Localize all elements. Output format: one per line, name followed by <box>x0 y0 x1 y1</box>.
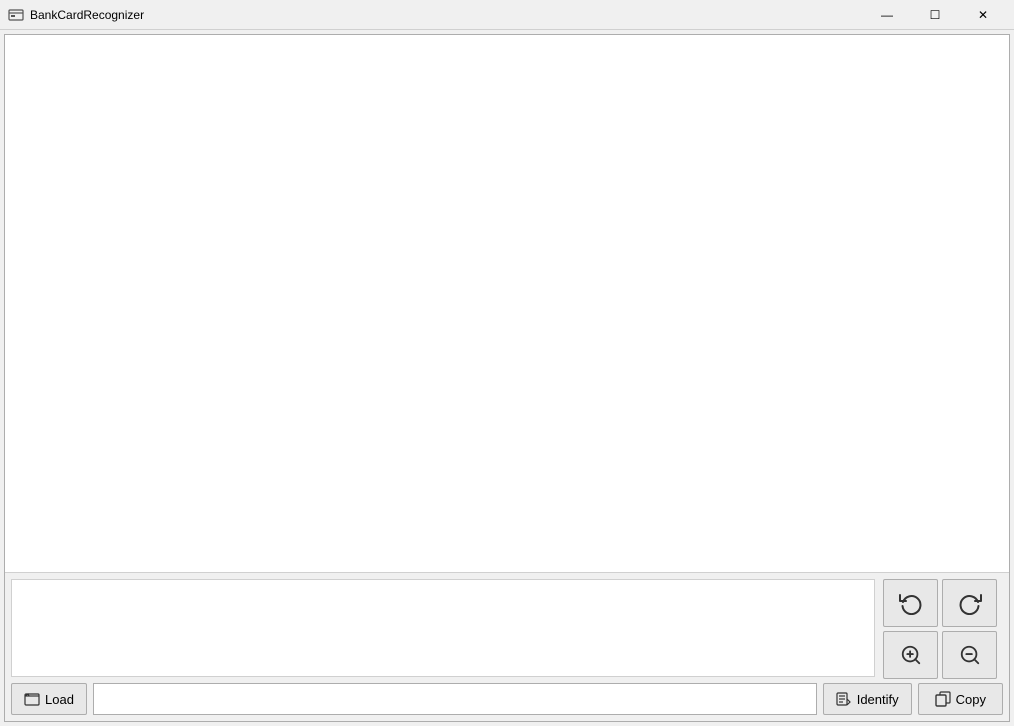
load-button-label: Load <box>45 692 74 707</box>
rotate-cw-button[interactable] <box>942 579 997 627</box>
result-input[interactable] <box>93 683 817 715</box>
zoom-out-button[interactable] <box>942 631 997 679</box>
main-window: Load Identify Copy <box>4 34 1010 722</box>
app-title: BankCardRecognizer <box>30 8 144 22</box>
copy-button-label: Copy <box>956 692 986 707</box>
controls-row <box>5 573 1009 681</box>
load-button[interactable]: Load <box>11 683 87 715</box>
zoom-buttons-row <box>883 631 1003 679</box>
maximize-button[interactable]: ☐ <box>912 0 958 30</box>
close-button[interactable]: ✕ <box>960 0 1006 30</box>
title-bar-controls: — ☐ ✕ <box>864 0 1006 30</box>
right-controls <box>879 573 1009 681</box>
image-display-area <box>5 35 1009 573</box>
title-bar: BankCardRecognizer — ☐ ✕ <box>0 0 1014 30</box>
identify-button[interactable]: Identify <box>823 683 912 715</box>
zoom-in-button[interactable] <box>883 631 938 679</box>
app-icon <box>8 7 24 23</box>
minimize-button[interactable]: — <box>864 0 910 30</box>
identify-button-label: Identify <box>857 692 899 707</box>
rotate-ccw-button[interactable] <box>883 579 938 627</box>
rotate-buttons-row <box>883 579 1003 627</box>
bottom-panel: Load Identify Copy <box>5 573 1009 721</box>
title-bar-left: BankCardRecognizer <box>8 7 144 23</box>
copy-button[interactable]: Copy <box>918 683 1003 715</box>
text-output[interactable] <box>11 579 875 677</box>
action-row: Load Identify Copy <box>5 681 1009 721</box>
